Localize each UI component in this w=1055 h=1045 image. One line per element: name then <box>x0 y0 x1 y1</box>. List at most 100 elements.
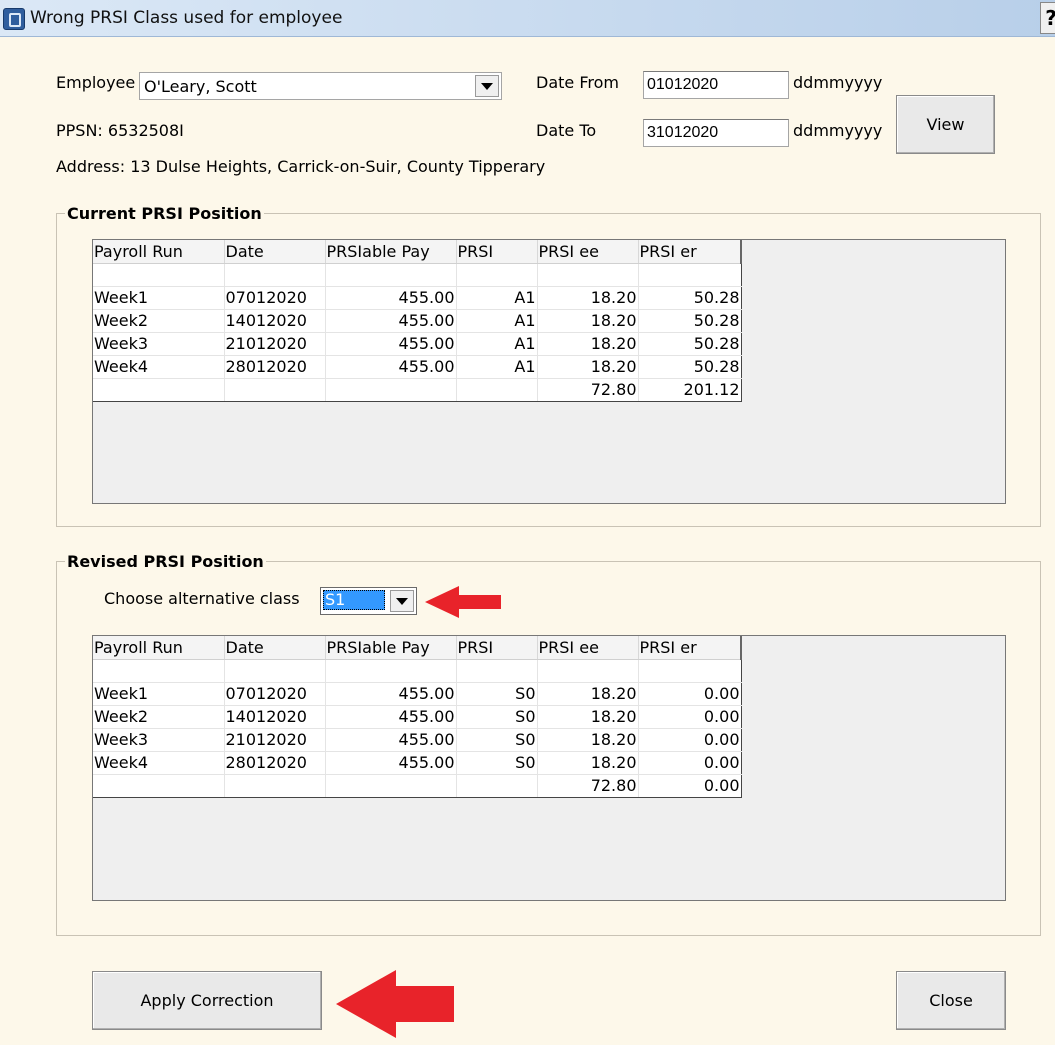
table-cell: 50.28 <box>638 332 742 356</box>
table-total-row[interactable]: 72.80 0.00 <box>93 774 742 798</box>
table-cell: Week2 <box>93 309 225 333</box>
table-cell: 0.00 <box>638 774 742 798</box>
table-cell: 50.28 <box>638 355 742 379</box>
table-row[interactable] <box>93 659 742 683</box>
column-header[interactable]: Date <box>224 240 326 264</box>
table-cell <box>93 774 225 798</box>
table-cell: 455.00 <box>325 355 457 379</box>
table-cell: 455.00 <box>325 728 457 752</box>
column-header[interactable]: Payroll Run <box>93 240 225 264</box>
table-cell <box>456 659 538 683</box>
choose-class-label: Choose alternative class <box>104 589 300 608</box>
table-cell <box>224 659 326 683</box>
table-cell <box>638 263 742 287</box>
table-cell: S0 <box>456 705 538 729</box>
table-row[interactable]: Week3 21012020 455.00 S0 18.20 0.00 <box>93 728 742 752</box>
table-cell: 455.00 <box>325 705 457 729</box>
table-cell: 18.20 <box>537 728 639 752</box>
app-icon <box>3 8 25 30</box>
column-header[interactable]: PRSI er <box>638 636 742 660</box>
table-cell: S0 <box>456 728 538 752</box>
table-cell: 21012020 <box>224 332 326 356</box>
column-header[interactable]: Date <box>224 636 326 660</box>
table-row[interactable]: Week2 14012020 455.00 A1 18.20 50.28 <box>93 309 742 333</box>
table-cell: 455.00 <box>325 309 457 333</box>
date-from-input[interactable] <box>643 71 789 99</box>
table-cell <box>93 263 225 287</box>
help-button[interactable]: ? <box>1040 2 1055 34</box>
table-cell: S0 <box>456 682 538 706</box>
column-header[interactable]: PRSI ee <box>537 240 639 264</box>
table-cell <box>638 659 742 683</box>
table-cell: 0.00 <box>638 751 742 775</box>
alternative-class-selected: S1 <box>323 590 385 610</box>
table-row[interactable]: Week1 07012020 455.00 A1 18.20 50.28 <box>93 286 742 310</box>
table-cell: Week3 <box>93 728 225 752</box>
date-to-input[interactable] <box>643 119 789 147</box>
employee-dropdown[interactable]: O'Leary, Scott <box>139 72 502 100</box>
chevron-down-icon[interactable] <box>390 590 414 612</box>
table-row[interactable]: Week3 21012020 455.00 A1 18.20 50.28 <box>93 332 742 356</box>
table-cell: 18.20 <box>537 705 639 729</box>
apply-correction-button[interactable]: Apply Correction <box>92 971 322 1030</box>
table-cell: 455.00 <box>325 286 457 310</box>
current-prsi-grid: Payroll Run Date PRSIable Pay PRSI PRSI … <box>92 239 1006 504</box>
table-cell: 18.20 <box>537 355 639 379</box>
table-cell <box>537 659 639 683</box>
table-cell <box>93 378 225 402</box>
table-cell: A1 <box>456 332 538 356</box>
date-from-label: Date From <box>536 73 619 92</box>
table-cell <box>537 263 639 287</box>
table-cell <box>325 378 457 402</box>
employee-label: Employee <box>56 73 136 92</box>
date-to-format: ddmmyyyy <box>793 121 883 140</box>
table-row[interactable]: Week2 14012020 455.00 S0 18.20 0.00 <box>93 705 742 729</box>
table-cell: Week2 <box>93 705 225 729</box>
current-prsi-table: Payroll Run Date PRSIable Pay PRSI PRSI … <box>93 240 742 402</box>
table-cell: 21012020 <box>224 728 326 752</box>
table-cell: 18.20 <box>537 309 639 333</box>
window-title: Wrong PRSI Class used for employee <box>30 8 343 28</box>
column-header[interactable]: PRSI er <box>638 240 742 264</box>
red-arrow-icon <box>336 970 454 1038</box>
table-cell: Week4 <box>93 751 225 775</box>
table-cell <box>93 659 225 683</box>
table-total-row[interactable]: 72.80 201.12 <box>93 378 742 402</box>
column-header[interactable]: PRSIable Pay <box>325 636 457 660</box>
table-cell: Week1 <box>93 682 225 706</box>
column-header[interactable]: PRSI ee <box>537 636 639 660</box>
column-header[interactable]: PRSI <box>456 636 538 660</box>
table-row[interactable]: Week4 28012020 455.00 S0 18.20 0.00 <box>93 751 742 775</box>
table-cell: 50.28 <box>638 286 742 310</box>
red-arrow-icon <box>425 586 501 618</box>
column-header[interactable]: PRSI <box>456 240 538 264</box>
table-cell: 455.00 <box>325 332 457 356</box>
table-row[interactable]: Week4 28012020 455.00 A1 18.20 50.28 <box>93 355 742 379</box>
ppsn-text: PPSN: 6532508I <box>56 121 184 140</box>
table-cell: 455.00 <box>325 751 457 775</box>
column-header[interactable]: Payroll Run <box>93 636 225 660</box>
close-button[interactable]: Close <box>896 971 1006 1030</box>
table-cell: 14012020 <box>224 705 326 729</box>
view-button[interactable]: View <box>896 95 995 154</box>
table-cell <box>325 263 457 287</box>
table-row[interactable]: Week1 07012020 455.00 S0 18.20 0.00 <box>93 682 742 706</box>
table-cell: Week3 <box>93 332 225 356</box>
table-row[interactable] <box>93 263 742 287</box>
chevron-down-icon[interactable] <box>475 75 499 97</box>
date-from-format: ddmmyyyy <box>793 73 883 92</box>
revised-prsi-grid: Payroll Run Date PRSIable Pay PRSI PRSI … <box>92 635 1006 901</box>
table-cell: 72.80 <box>537 378 639 402</box>
revised-prsi-title: Revised PRSI Position <box>65 552 266 571</box>
date-to-label: Date To <box>536 121 597 140</box>
table-cell: 14012020 <box>224 309 326 333</box>
alternative-class-dropdown[interactable]: S1 <box>320 587 417 615</box>
table-cell: 18.20 <box>537 332 639 356</box>
table-cell: 18.20 <box>537 286 639 310</box>
title-bar: Wrong PRSI Class used for employee ? <box>0 0 1055 37</box>
column-header[interactable]: PRSIable Pay <box>325 240 457 264</box>
table-cell: 455.00 <box>325 682 457 706</box>
table-cell: A1 <box>456 286 538 310</box>
table-cell: A1 <box>456 309 538 333</box>
table-header-row: Payroll Run Date PRSIable Pay PRSI PRSI … <box>93 240 742 264</box>
